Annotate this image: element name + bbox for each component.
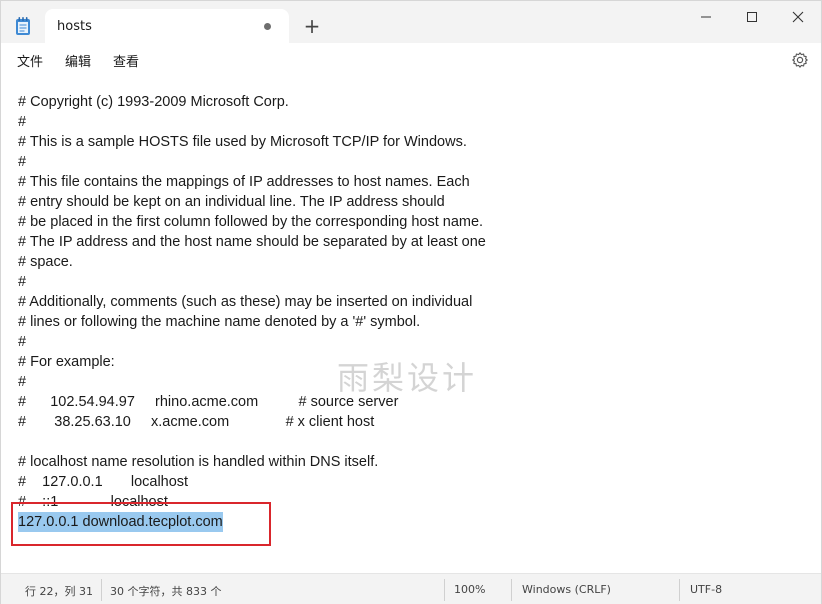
editor-line: # — [18, 274, 27, 290]
gear-icon[interactable] — [791, 51, 809, 69]
editor-line: # be placed in the first column followed… — [18, 214, 484, 230]
close-icon — [792, 8, 804, 27]
editor-line: # 127.0.0.1 localhost — [18, 474, 189, 490]
editor-line: # entry should be kept on an individual … — [18, 194, 445, 210]
status-divider — [101, 579, 102, 601]
title-bar: hosts + — [1, 1, 821, 43]
menu-view[interactable]: 查看 — [106, 47, 146, 74]
maximize-button[interactable] — [729, 1, 775, 33]
text-editor[interactable]: # Copyright (c) 1993-2009 Microsoft Corp… — [1, 77, 821, 565]
tab-title: hosts — [57, 18, 92, 34]
menu-bar: 文件 编辑 查看 — [1, 43, 821, 77]
minimize-icon — [700, 8, 712, 27]
status-divider — [511, 579, 512, 601]
editor-line: # The IP address and the host name shoul… — [18, 234, 486, 250]
editor-line: # — [18, 374, 27, 390]
editor-line: # — [18, 114, 27, 130]
editor-line: # 38.25.63.10 x.acme.com # x client host — [18, 414, 375, 430]
editor-line: # This file contains the mappings of IP … — [18, 174, 470, 190]
char-count: 30 个字符，共 833 个 — [110, 585, 222, 598]
encoding[interactable]: UTF-8 — [690, 583, 722, 596]
status-divider — [679, 579, 680, 601]
editor-line: # Additionally, comments (such as these)… — [18, 294, 473, 310]
editor-line: # lines or following the machine name de… — [18, 314, 421, 330]
editor-line: # space. — [18, 254, 73, 270]
editor-line: # — [18, 334, 27, 350]
new-tab-button[interactable]: + — [301, 16, 323, 38]
tab-hosts[interactable]: hosts — [45, 9, 289, 43]
editor-line: # This is a sample HOSTS file used by Mi… — [18, 134, 467, 150]
status-divider — [444, 579, 445, 601]
maximize-icon — [746, 8, 758, 27]
notepad-icon — [15, 16, 31, 36]
menu-edit[interactable]: 编辑 — [58, 47, 98, 74]
minimize-button[interactable] — [683, 1, 729, 33]
editor-line: # Copyright (c) 1993-2009 Microsoft Corp… — [18, 94, 289, 110]
line-ending[interactable]: Windows (CRLF) — [522, 583, 611, 596]
status-bar: 行 22，列 31 30 个字符，共 833 个 100% Windows (C… — [1, 573, 821, 604]
close-button[interactable] — [775, 1, 821, 33]
editor-line: # localhost name resolution is handled w… — [18, 454, 379, 470]
notepad-window: hosts + 文件 编辑 查看 # Copyright (c) 1993-20… — [0, 0, 822, 604]
editor-line: # For example: — [18, 354, 115, 370]
editor-line: # — [18, 154, 27, 170]
zoom-level[interactable]: 100% — [454, 583, 485, 596]
annotation-box — [11, 502, 271, 546]
watermark: 雨梨设计 — [337, 359, 478, 397]
menu-file[interactable]: 文件 — [10, 47, 50, 74]
cursor-position: 行 22，列 31 — [25, 585, 93, 598]
unsaved-dot-icon[interactable] — [264, 23, 271, 30]
